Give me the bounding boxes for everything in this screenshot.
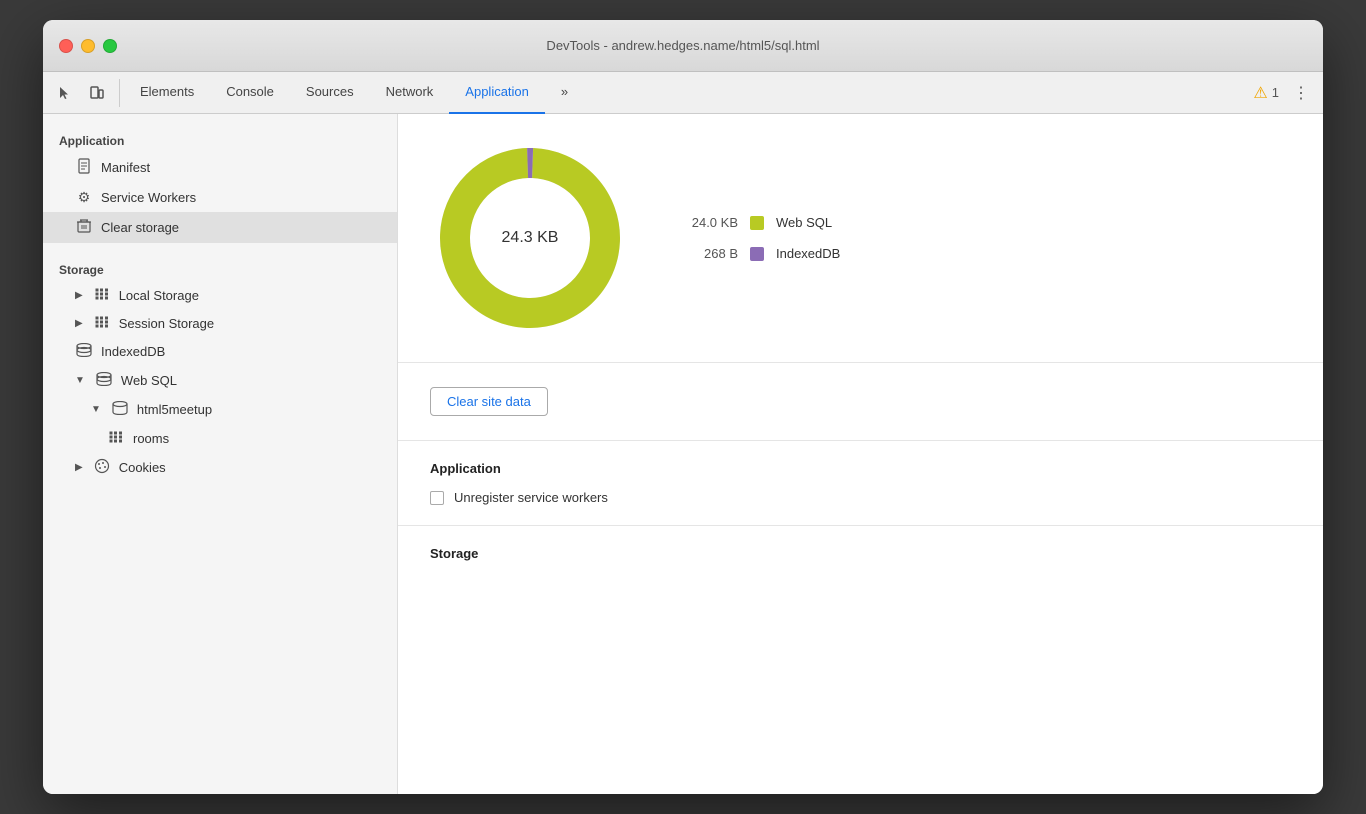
legend-item-websql: 24.0 KB Web SQL	[678, 215, 840, 230]
device-icon[interactable]	[83, 79, 111, 107]
sidebar-item-clear-storage[interactable]: Clear storage	[43, 212, 397, 243]
toolbar-right: ⚠ 1 ⋮	[1253, 79, 1315, 107]
sidebar-item-local-storage[interactable]: ▶ Local Storage	[43, 281, 397, 309]
websql-value: 24.0 KB	[678, 215, 738, 230]
cookies-icon	[93, 458, 111, 477]
cookies-label: Cookies	[119, 460, 166, 475]
unregister-sw-checkbox[interactable]	[430, 491, 444, 505]
websql-icon	[95, 372, 113, 389]
sidebar-item-session-storage[interactable]: ▶ Session Storage	[43, 309, 397, 337]
websql-label: Web SQL	[121, 373, 177, 388]
toolbar-left-icons	[51, 79, 120, 107]
main-layout: Application Manifest ⚙ Service Workers	[43, 114, 1323, 794]
sidebar-item-html5meetup[interactable]: ▼ html5meetup	[43, 395, 397, 424]
indexeddb-value: 268 B	[678, 246, 738, 261]
cookies-arrow: ▶	[75, 462, 83, 473]
devtools-window: DevTools - andrew.hedges.name/html5/sql.…	[43, 20, 1323, 794]
tab-application[interactable]: Application	[449, 72, 545, 114]
maximize-button[interactable]	[103, 39, 117, 53]
rooms-icon	[107, 430, 125, 446]
chart-section: 24.3 KB 24.0 KB Web SQL 268 B IndexedDB	[398, 114, 1323, 363]
sidebar: Application Manifest ⚙ Service Workers	[43, 114, 398, 794]
application-section: Application Unregister service workers	[398, 441, 1323, 526]
unregister-sw-row: Unregister service workers	[430, 490, 1291, 505]
manifest-label: Manifest	[101, 160, 150, 175]
traffic-lights	[59, 39, 117, 53]
tab-sources[interactable]: Sources	[290, 72, 370, 114]
tab-console[interactable]: Console	[210, 72, 290, 114]
sidebar-storage-section: Storage	[43, 255, 397, 281]
legend-item-indexeddb: 268 B IndexedDB	[678, 246, 840, 261]
clear-storage-icon	[75, 218, 93, 237]
session-storage-icon	[93, 315, 111, 331]
clear-storage-label: Clear storage	[101, 220, 179, 235]
warning-count: 1	[1272, 85, 1279, 100]
more-menu-button[interactable]: ⋮	[1287, 79, 1315, 107]
donut-center-label: 24.3 KB	[502, 229, 559, 247]
indexeddb-legend-label: IndexedDB	[776, 246, 840, 261]
tab-network[interactable]: Network	[370, 72, 450, 114]
cursor-icon[interactable]	[51, 79, 79, 107]
html5meetup-arrow: ▼	[91, 404, 101, 415]
local-storage-icon	[93, 287, 111, 303]
warning-badge[interactable]: ⚠ 1	[1253, 83, 1279, 103]
sidebar-item-cookies[interactable]: ▶ Cookies	[43, 452, 397, 483]
tab-elements[interactable]: Elements	[124, 72, 210, 114]
sidebar-item-websql[interactable]: ▼ Web SQL	[43, 366, 397, 395]
sidebar-item-indexeddb[interactable]: IndexedDB	[43, 337, 397, 366]
close-button[interactable]	[59, 39, 73, 53]
websql-legend-label: Web SQL	[776, 215, 832, 230]
toolbar: Elements Console Sources Network Applica…	[43, 72, 1323, 114]
indexeddb-color	[750, 247, 764, 261]
websql-arrow: ▼	[75, 375, 85, 386]
titlebar: DevTools - andrew.hedges.name/html5/sql.…	[43, 20, 1323, 72]
sidebar-item-rooms[interactable]: rooms	[43, 424, 397, 452]
html5meetup-icon	[111, 401, 129, 418]
content-area: 24.3 KB 24.0 KB Web SQL 268 B IndexedDB	[398, 114, 1323, 794]
clear-site-data-section: Clear site data	[398, 363, 1323, 441]
sidebar-item-manifest[interactable]: Manifest	[43, 152, 397, 183]
session-storage-arrow: ▶	[75, 318, 83, 329]
html5meetup-label: html5meetup	[137, 402, 212, 417]
manifest-icon	[75, 158, 93, 177]
more-icon: ⋮	[1293, 83, 1309, 103]
storage-heading: Storage	[430, 546, 1291, 561]
storage-content-section: Storage	[398, 526, 1323, 595]
minimize-button[interactable]	[81, 39, 95, 53]
donut-chart: 24.3 KB	[430, 138, 630, 338]
sidebar-app-section: Application	[43, 126, 397, 152]
indexeddb-icon	[75, 343, 93, 360]
tab-more[interactable]: »	[545, 72, 584, 114]
clear-site-data-button[interactable]: Clear site data	[430, 387, 548, 416]
application-heading: Application	[430, 461, 1291, 476]
nav-tabs: Elements Console Sources Network Applica…	[124, 72, 1253, 114]
chart-legend: 24.0 KB Web SQL 268 B IndexedDB	[678, 215, 840, 261]
rooms-label: rooms	[133, 431, 169, 446]
unregister-sw-label: Unregister service workers	[454, 490, 608, 505]
local-storage-arrow: ▶	[75, 290, 83, 301]
indexeddb-label: IndexedDB	[101, 344, 165, 359]
session-storage-label: Session Storage	[119, 316, 214, 331]
service-workers-label: Service Workers	[101, 190, 196, 205]
websql-color	[750, 216, 764, 230]
sidebar-item-service-workers[interactable]: ⚙ Service Workers	[43, 183, 397, 212]
service-workers-icon: ⚙	[75, 189, 93, 206]
window-title: DevTools - andrew.hedges.name/html5/sql.…	[546, 38, 819, 53]
warning-icon: ⚠	[1253, 83, 1267, 103]
local-storage-label: Local Storage	[119, 288, 199, 303]
